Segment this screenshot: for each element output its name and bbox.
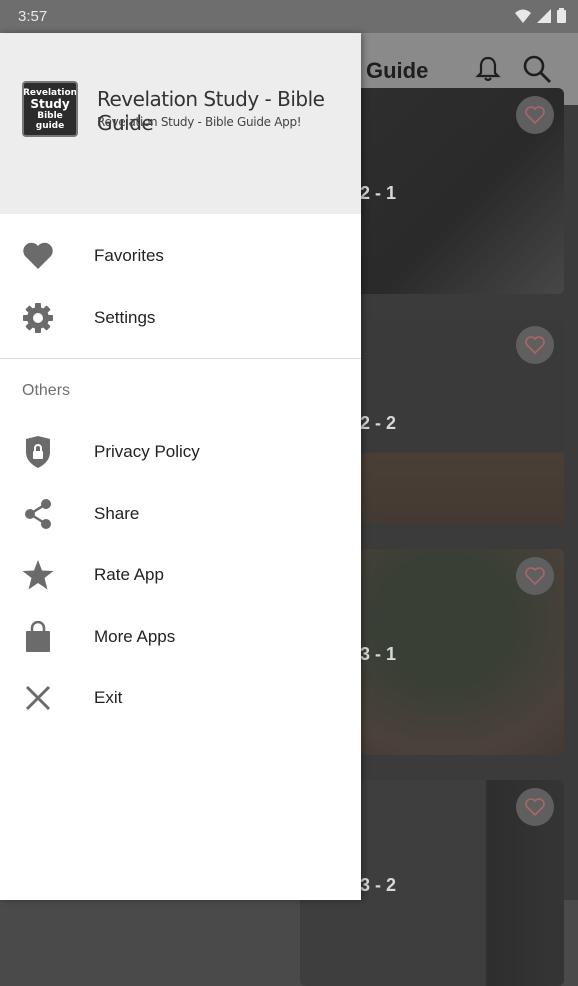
menu-item-label: More Apps — [94, 627, 176, 646]
card-label: 3 - 2 — [360, 875, 397, 895]
heart-outline-icon — [525, 106, 545, 124]
status-bar: 3:57 — [0, 0, 578, 33]
app-logo: Revelation Study Bible guide — [22, 81, 78, 137]
favorite-toggle[interactable] — [516, 96, 554, 134]
logo-line: Bible guide — [35, 110, 65, 131]
heart-outline-icon — [525, 336, 545, 354]
navigation-drawer: Revelation Study Bible guide Revelation … — [0, 33, 361, 900]
menu-item-label: Settings — [94, 308, 156, 327]
heart-icon — [22, 240, 54, 272]
menu-item-share[interactable]: Share — [0, 484, 361, 544]
card-label: 2 - 2 — [360, 413, 397, 433]
menu-item-privacy-policy[interactable]: Privacy Policy — [0, 422, 361, 482]
bell-icon[interactable] — [473, 54, 503, 84]
close-icon — [22, 682, 54, 714]
favorite-toggle[interactable] — [516, 788, 554, 826]
drawer-divider — [0, 358, 361, 359]
favorite-toggle[interactable] — [516, 326, 554, 364]
search-icon[interactable] — [522, 54, 552, 84]
menu-item-label: Privacy Policy — [94, 442, 200, 461]
card-label: 3 - 1 — [360, 644, 397, 664]
share-icon — [22, 498, 54, 530]
shield-lock-icon — [22, 436, 54, 468]
wifi-icon — [515, 9, 531, 23]
menu-item-label: Exit — [94, 688, 123, 707]
menu-item-label: Favorites — [94, 246, 164, 265]
menu-item-settings[interactable]: Settings — [0, 288, 361, 348]
menu-item-label: Rate App — [94, 565, 164, 584]
drawer-app-subtitle: Revelation Study - Bible Guide App! — [97, 115, 302, 129]
shopping-bag-icon — [22, 621, 54, 653]
battery-icon — [557, 8, 566, 23]
favorite-toggle[interactable] — [516, 557, 554, 595]
star-icon — [22, 559, 54, 591]
app-bar-title: Guide — [366, 58, 429, 83]
heart-outline-icon — [525, 567, 545, 585]
card-label: 2 - 1 — [360, 183, 397, 203]
logo-line: Study — [30, 96, 70, 111]
menu-item-rate-app[interactable]: Rate App — [0, 545, 361, 605]
heart-outline-icon — [525, 798, 545, 816]
gear-icon — [22, 302, 54, 334]
section-header-others: Others — [22, 382, 71, 399]
status-time: 3:57 — [18, 8, 48, 25]
menu-item-exit[interactable]: Exit — [0, 668, 361, 728]
signal-icon — [537, 8, 551, 23]
drawer-header: Revelation Study Bible guide Revelation … — [0, 33, 361, 214]
logo-line: Revelation — [22, 87, 78, 98]
menu-item-favorites[interactable]: Favorites — [0, 226, 361, 286]
status-icons — [515, 8, 566, 23]
menu-item-label: Share — [94, 504, 140, 523]
menu-item-more-apps[interactable]: More Apps — [0, 607, 361, 667]
